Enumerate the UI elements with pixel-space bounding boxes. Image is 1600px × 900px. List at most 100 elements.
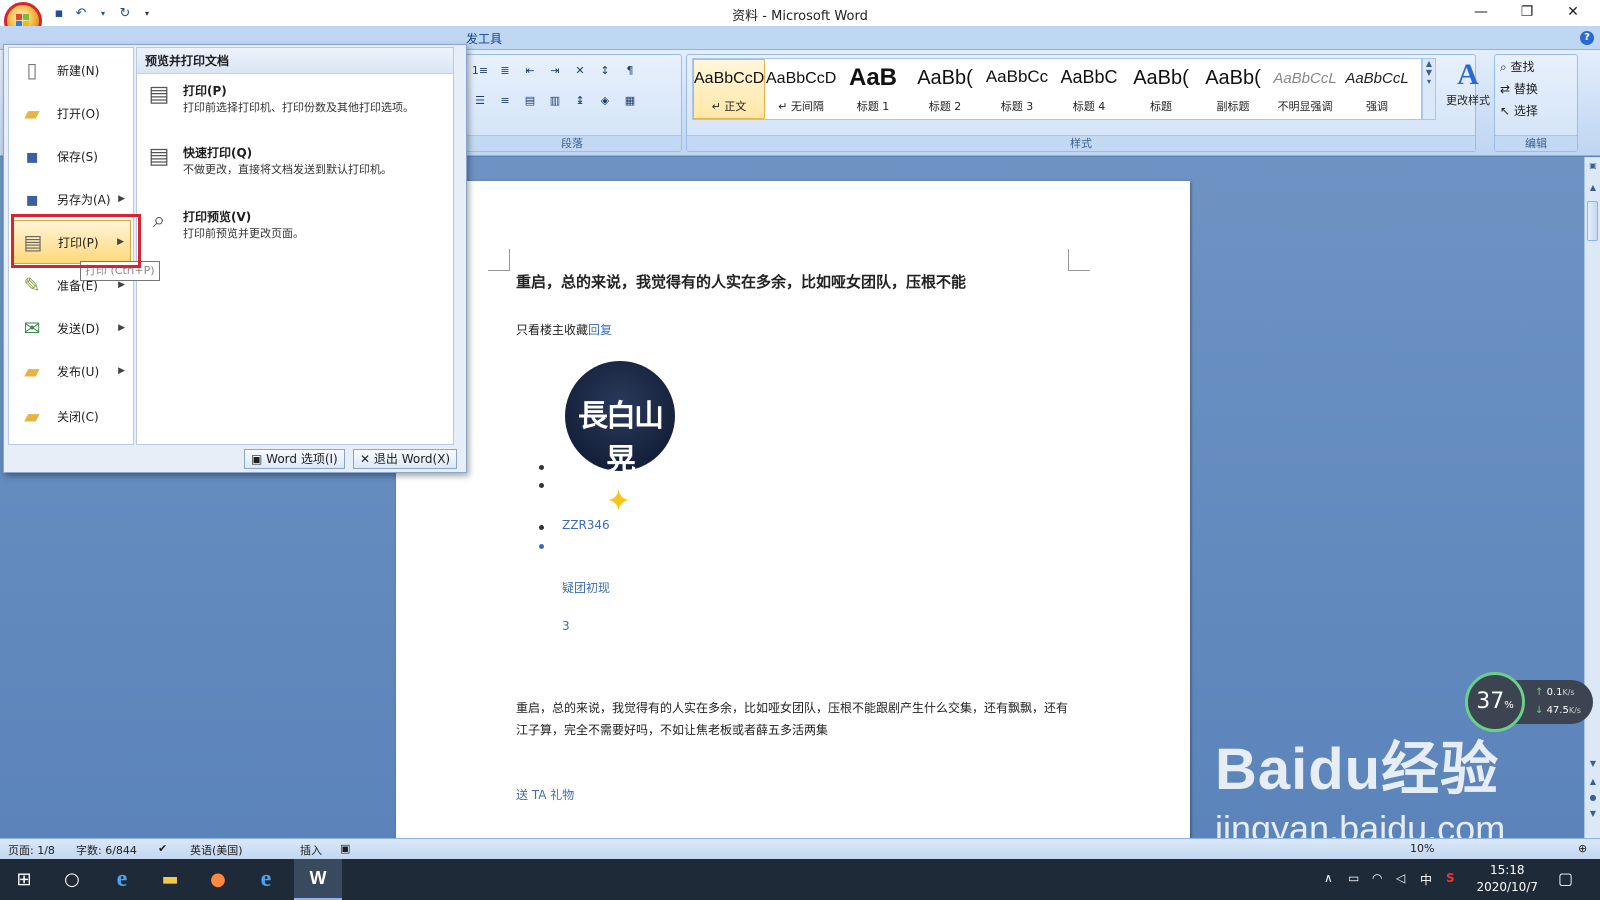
browse-object-icon[interactable]: ● [1585, 793, 1600, 802]
username-link[interactable]: ZZR346 [562, 518, 610, 532]
change-styles-label: 更改样式 [1446, 94, 1490, 107]
restore-button[interactable]: ❐ [1504, 0, 1550, 26]
asian-layout-icon[interactable]: ✕ [569, 61, 591, 81]
macro-record-icon[interactable]: ▣ [340, 842, 350, 855]
style-heading-2[interactable]: AaBb( 标题 2 [909, 59, 981, 119]
sort-icon[interactable]: ↕ [594, 61, 616, 81]
distributed-icon[interactable]: ▥ [544, 91, 566, 111]
justify-icon[interactable]: ▤ [519, 91, 541, 111]
search-icon[interactable]: ○ [48, 859, 96, 900]
notification-icon[interactable]: ▢ [1558, 869, 1573, 888]
numbering-icon[interactable]: 1≡ [469, 61, 491, 81]
replace-button[interactable]: ⇄ 替换 [1500, 80, 1538, 97]
select-label: 选择 [1513, 104, 1538, 118]
insert-mode[interactable]: 插入 [300, 842, 322, 858]
style-heading-1[interactable]: AaB 标题 1 [837, 59, 909, 119]
prev-page-icon[interactable]: ▲ [1585, 777, 1600, 786]
menu-item-send[interactable]: ✉ 发送(D) ▶ [11, 306, 131, 350]
close-button[interactable]: ✕ [1550, 0, 1596, 26]
style-sample: AaB [848, 64, 897, 91]
change-styles-button[interactable]: A 更改样式 [1440, 58, 1496, 128]
menu-item-open[interactable]: ▰ 打开(O) [11, 91, 131, 135]
save-as-icon: ▪ [25, 187, 39, 211]
start-icon[interactable]: ⊞ [0, 859, 48, 900]
submenu-item-print[interactable]: ▤ 打印(P) 打印前选择打印机、打印份数及其他打印选项。 [143, 82, 443, 134]
line-spacing-icon[interactable]: ↨ [569, 91, 591, 111]
user-badge: 疑团初现 [562, 581, 611, 595]
help-icon[interactable]: ? [1580, 31, 1594, 45]
style-subtle-emphasis[interactable]: AaBbCcL 不明显强调 [1269, 59, 1341, 119]
tray-chevron-icon[interactable]: ∧ [1324, 871, 1333, 885]
style-no-spacing[interactable]: AaBbCcD ↵ 无间隔 [765, 59, 837, 119]
increase-indent-icon[interactable]: ⇥ [544, 61, 566, 81]
file-explorer-icon[interactable]: ▬ [146, 859, 194, 900]
menu-item-save[interactable]: ▪ 保存(S) [11, 134, 131, 178]
download-speed: ↓ 47.5K/s [1535, 702, 1593, 720]
vertical-scrollbar[interactable]: ▣ ▲ ▼ ▲ ● ▼ [1584, 157, 1600, 838]
style-heading-4[interactable]: AaBbC 标题 4 [1053, 59, 1125, 119]
reply-link[interactable]: 回复 [588, 321, 612, 338]
firefox-icon[interactable]: ● [194, 859, 242, 900]
submenu-item-title: 快速打印(Q) [183, 146, 253, 160]
style-heading-3[interactable]: AaBbCc 标题 3 [981, 59, 1053, 119]
document-page[interactable]: 重启，总的来说，我觉得有的人实在多余，比如哑女团队，压根不能 只看楼主收藏 回复… [396, 181, 1190, 838]
style-emphasis[interactable]: AaBbCcL 强调 [1341, 59, 1413, 119]
decrease-indent-icon[interactable]: ⇤ [519, 61, 541, 81]
submenu-item-print-preview[interactable]: ⌕ 打印预览(V) 打印前预览并更改页面。 [143, 208, 443, 260]
submenu-item-quick-print[interactable]: ▤ 快速打印(Q) 不做更改，直接将文档发送到默认打印机。 [143, 144, 443, 196]
volume-icon[interactable]: ◁ [1396, 871, 1405, 885]
exit-word-button[interactable]: ✕ 退出 Word(X) [353, 449, 458, 469]
menu-item-new[interactable]: ▯ 新建(N) [11, 48, 131, 92]
zoom-level[interactable]: 10% [1410, 842, 1434, 855]
next-page-icon[interactable]: ▼ [1585, 809, 1600, 818]
crop-mark [488, 249, 510, 271]
replace-label: 替换 [1513, 82, 1538, 96]
ie-icon-2[interactable]: e [242, 859, 290, 900]
wifi-icon[interactable]: ◠ [1372, 871, 1382, 885]
proofing-icon[interactable]: ✔ [158, 842, 167, 855]
select-button[interactable]: ↖ 选择 [1500, 102, 1538, 119]
ime-indicator[interactable]: 中 [1420, 871, 1432, 888]
menu-item-label: 发布(U) [57, 364, 100, 379]
send-icon: ✉ [23, 316, 41, 340]
word-count[interactable]: 字数: 6/844 [76, 842, 137, 858]
send-gift-link[interactable]: 送 TA 礼物 [516, 786, 574, 803]
align-center-icon[interactable]: ☰ [469, 91, 491, 111]
menu-item-label: 发送(D) [57, 321, 100, 336]
clock[interactable]: 15:18 2020/10/7 [1476, 862, 1538, 896]
style-title[interactable]: AaBb( 标题 [1125, 59, 1197, 119]
page-count[interactable]: 页面: 1/8 [8, 842, 55, 858]
tab-developer[interactable]: 发工具 [466, 30, 502, 47]
scroll-thumb[interactable] [1587, 201, 1598, 241]
zoom-in-icon[interactable]: ⊕ [1578, 842, 1587, 855]
style-name: 标题 4 [1072, 100, 1106, 113]
magnifier-icon: ⌕ [152, 208, 166, 233]
find-button[interactable]: ⌕ 查找 [1500, 58, 1535, 75]
borders-icon[interactable]: ▦ [619, 91, 641, 111]
word-taskbar-icon[interactable]: W [294, 859, 342, 900]
exit-icon: ✕ [360, 452, 374, 466]
scroll-down-icon[interactable]: ▼ [1585, 759, 1600, 768]
word-options-button[interactable]: ▣ Word 选项(I) [244, 449, 345, 469]
show-marks-icon[interactable]: ¶ [619, 61, 641, 81]
style-normal[interactable]: AaBbCcD ↵ 正文 [693, 59, 765, 119]
minimize-button[interactable]: — [1458, 0, 1504, 26]
ruler-toggle-icon[interactable]: ▣ [1585, 161, 1600, 170]
scroll-up-icon[interactable]: ▲ [1585, 183, 1600, 192]
sogou-icon[interactable]: S [1446, 871, 1455, 885]
upload-unit: K/s [1562, 688, 1575, 697]
style-subtitle[interactable]: AaBb( 副标题 [1197, 59, 1269, 119]
menu-item-publish[interactable]: ▰ 发布(U) ▶ [11, 349, 131, 393]
submenu-arrow-icon: ▶ [118, 194, 125, 204]
align-right-icon[interactable]: ≡ [494, 91, 516, 111]
multilevel-list-icon[interactable]: ≣ [494, 61, 516, 81]
menu-item-close[interactable]: ▰ 关闭(C) [11, 394, 131, 438]
window-title: 资料 - Microsoft Word [732, 9, 868, 24]
only-op-text: 只看楼主收藏 [516, 323, 589, 337]
ie-icon[interactable]: e [98, 859, 146, 900]
close-folder-icon: ▰ [24, 404, 40, 428]
language-indicator[interactable]: 英语(美国) [190, 842, 243, 858]
shading-icon[interactable]: ◈ [594, 91, 616, 111]
battery-icon[interactable]: ▭ [1348, 871, 1359, 885]
styles-scroll[interactable]: ▲ ▼ ▾ [1422, 58, 1436, 120]
